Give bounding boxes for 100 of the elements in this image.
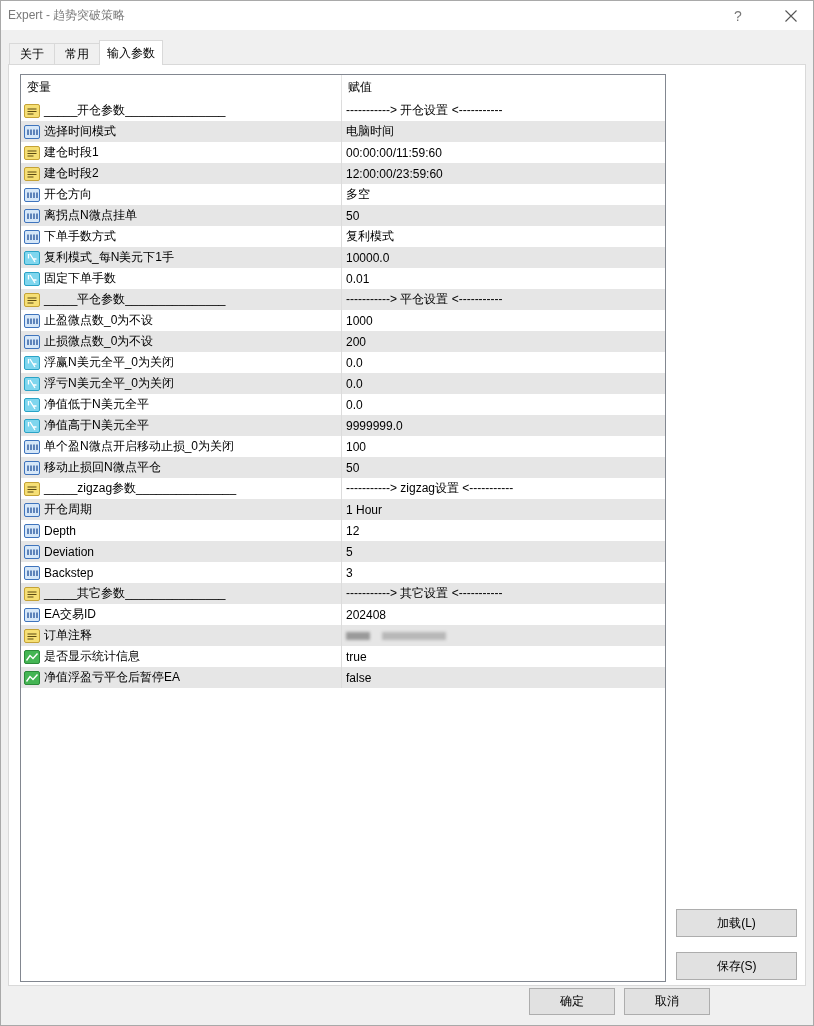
parameter-value: 1000 <box>346 313 373 328</box>
chart-tile-icon <box>24 649 40 664</box>
dialog-button[interactable]: 确定 <box>529 988 615 1015</box>
column-header[interactable]: 赋值 <box>342 75 665 100</box>
parameter-row[interactable]: Deviation 5 <box>21 541 665 562</box>
parameter-name: _____平仓参数_______________ <box>44 291 226 308</box>
parameter-value: 复利模式 <box>346 228 394 245</box>
parameter-name: 浮赢N美元全平_0为关闭 <box>44 354 174 371</box>
number-tile-icon <box>24 334 40 349</box>
text-tile-icon <box>24 586 40 601</box>
fraction-tile-icon <box>24 376 40 391</box>
parameter-value: 100 <box>346 439 367 454</box>
parameter-row[interactable]: 建仓时段2 12:00:00/23:59:60 <box>21 163 665 184</box>
parameter-value: 0.01 <box>346 271 370 286</box>
parameter-value: -----------> 其它设置 <----------- <box>346 585 503 602</box>
parameter-row[interactable]: 浮亏N美元全平_0为关闭 0.0 <box>21 373 665 394</box>
parameter-row[interactable]: 开仓周期 1 Hour <box>21 499 665 520</box>
parameter-name: 下单手数方式 <box>44 228 116 245</box>
tab[interactable]: 关于 <box>9 43 55 64</box>
parameter-value: false <box>346 670 372 685</box>
text-tile-icon <box>24 481 40 496</box>
parameter-name: Depth <box>44 523 77 538</box>
chart-tile-icon <box>24 670 40 685</box>
tab[interactable]: 输入参数 <box>99 40 163 65</box>
parameter-row[interactable]: 订单注释 <box>21 625 665 646</box>
parameter-name: 移动止损回N微点平仓 <box>44 459 161 476</box>
parameter-row[interactable]: 止损微点数_0为不设 200 <box>21 331 665 352</box>
text-tile-icon <box>24 628 40 643</box>
dialog-button[interactable]: 取消 <box>624 988 710 1015</box>
parameter-row[interactable]: 复利模式_每N美元下1手 10000.0 <box>21 247 665 268</box>
parameter-name: 开仓方向 <box>44 186 92 203</box>
number-tile-icon <box>24 229 40 244</box>
parameter-row[interactable]: _____平仓参数_______________ -----------> 平仓设置 <----------- <box>21 289 665 310</box>
fraction-tile-icon <box>24 397 40 412</box>
text-tile-icon <box>24 145 40 160</box>
number-tile-icon <box>24 439 40 454</box>
parameter-name: 止损微点数_0为不设 <box>44 333 154 350</box>
number-tile-icon <box>24 460 40 475</box>
parameter-name: _____开仓参数_______________ <box>44 102 226 119</box>
text-tile-icon <box>24 292 40 307</box>
parameter-value: 3 <box>346 565 353 580</box>
parameter-value: 200 <box>346 334 367 349</box>
parameter-value: true <box>346 649 367 664</box>
text-tile-icon <box>24 103 40 118</box>
number-tile-icon <box>24 544 40 559</box>
parameter-value: 12:00:00/23:59:60 <box>346 166 443 181</box>
parameter-value: -----------> 开仓设置 <----------- <box>346 102 503 119</box>
parameter-name: 止盈微点数_0为不设 <box>44 312 154 329</box>
number-tile-icon <box>24 124 40 139</box>
help-button[interactable]: ? <box>723 2 753 29</box>
parameter-name: 订单注释 <box>44 627 92 644</box>
side-button[interactable]: 保存(S) <box>676 952 797 980</box>
fraction-tile-icon <box>24 271 40 286</box>
parameter-value: 5 <box>346 544 353 559</box>
parameter-name: 选择时间模式 <box>44 123 116 140</box>
parameter-value: 电脑时间 <box>346 123 394 140</box>
number-tile-icon <box>24 313 40 328</box>
fraction-tile-icon <box>24 355 40 370</box>
fraction-tile-icon <box>24 250 40 265</box>
side-button[interactable]: 加载(L) <box>676 909 797 937</box>
number-tile-icon <box>24 208 40 223</box>
parameter-value: 10000.0 <box>346 250 390 265</box>
parameter-row[interactable]: 离拐点N微点挂单 50 <box>21 205 665 226</box>
parameter-value: -----------> 平仓设置 <----------- <box>346 291 503 308</box>
parameter-value: 0.0 <box>346 355 363 370</box>
parameter-value: 0.0 <box>346 376 363 391</box>
parameter-value: 12 <box>346 523 360 538</box>
parameter-value: 0.0 <box>346 397 363 412</box>
parameter-name: 固定下单手数 <box>44 270 116 287</box>
parameter-name: 净值高于N美元全平 <box>44 417 149 434</box>
parameter-name: 单个盈N微点开启移动止损_0为关闭 <box>44 438 234 455</box>
number-tile-icon <box>24 187 40 202</box>
parameter-value: 00:00:00/11:59:60 <box>346 145 442 160</box>
parameter-value: -----------> zigzag设置 <----------- <box>346 480 514 497</box>
parameter-name: 是否显示统计信息 <box>44 648 140 665</box>
parameter-name: 复利模式_每N美元下1手 <box>44 249 174 266</box>
parameter-value: 1 Hour <box>346 502 383 517</box>
parameter-name: _____zigzag参数_______________ <box>44 480 237 497</box>
number-tile-icon <box>24 607 40 622</box>
number-tile-icon <box>24 565 40 580</box>
close-icon[interactable] <box>785 9 797 22</box>
text-tile-icon <box>24 166 40 181</box>
parameter-row[interactable]: 选择时间模式 电脑时间 <box>21 121 665 142</box>
parameter-name: Deviation <box>44 544 95 559</box>
parameter-name: 净值浮盈亏平仓后暂停EA <box>44 669 180 686</box>
fraction-tile-icon <box>24 418 40 433</box>
parameter-row[interactable]: 净值浮盈亏平仓后暂停EA false <box>21 667 665 688</box>
parameter-row[interactable]: _____其它参数_______________ -----------> 其它设置 <----------- <box>21 583 665 604</box>
parameter-value: 50 <box>346 208 360 223</box>
parameter-name: 净值低于N美元全平 <box>44 396 149 413</box>
parameter-name: 离拐点N微点挂单 <box>44 207 137 224</box>
parameter-value: 9999999.0 <box>346 418 403 433</box>
number-tile-icon <box>24 502 40 517</box>
parameter-row[interactable]: 移动止损回N微点平仓 50 <box>21 457 665 478</box>
parameter-value: 202408 <box>346 607 387 622</box>
parameter-row[interactable]: 净值高于N美元全平 9999999.0 <box>21 415 665 436</box>
parameter-value: 50 <box>346 460 360 475</box>
parameter-name: Backstep <box>44 565 94 580</box>
parameter-name: EA交易ID <box>44 606 96 623</box>
window-title: Expert - 趋势突破策略 <box>8 7 127 24</box>
